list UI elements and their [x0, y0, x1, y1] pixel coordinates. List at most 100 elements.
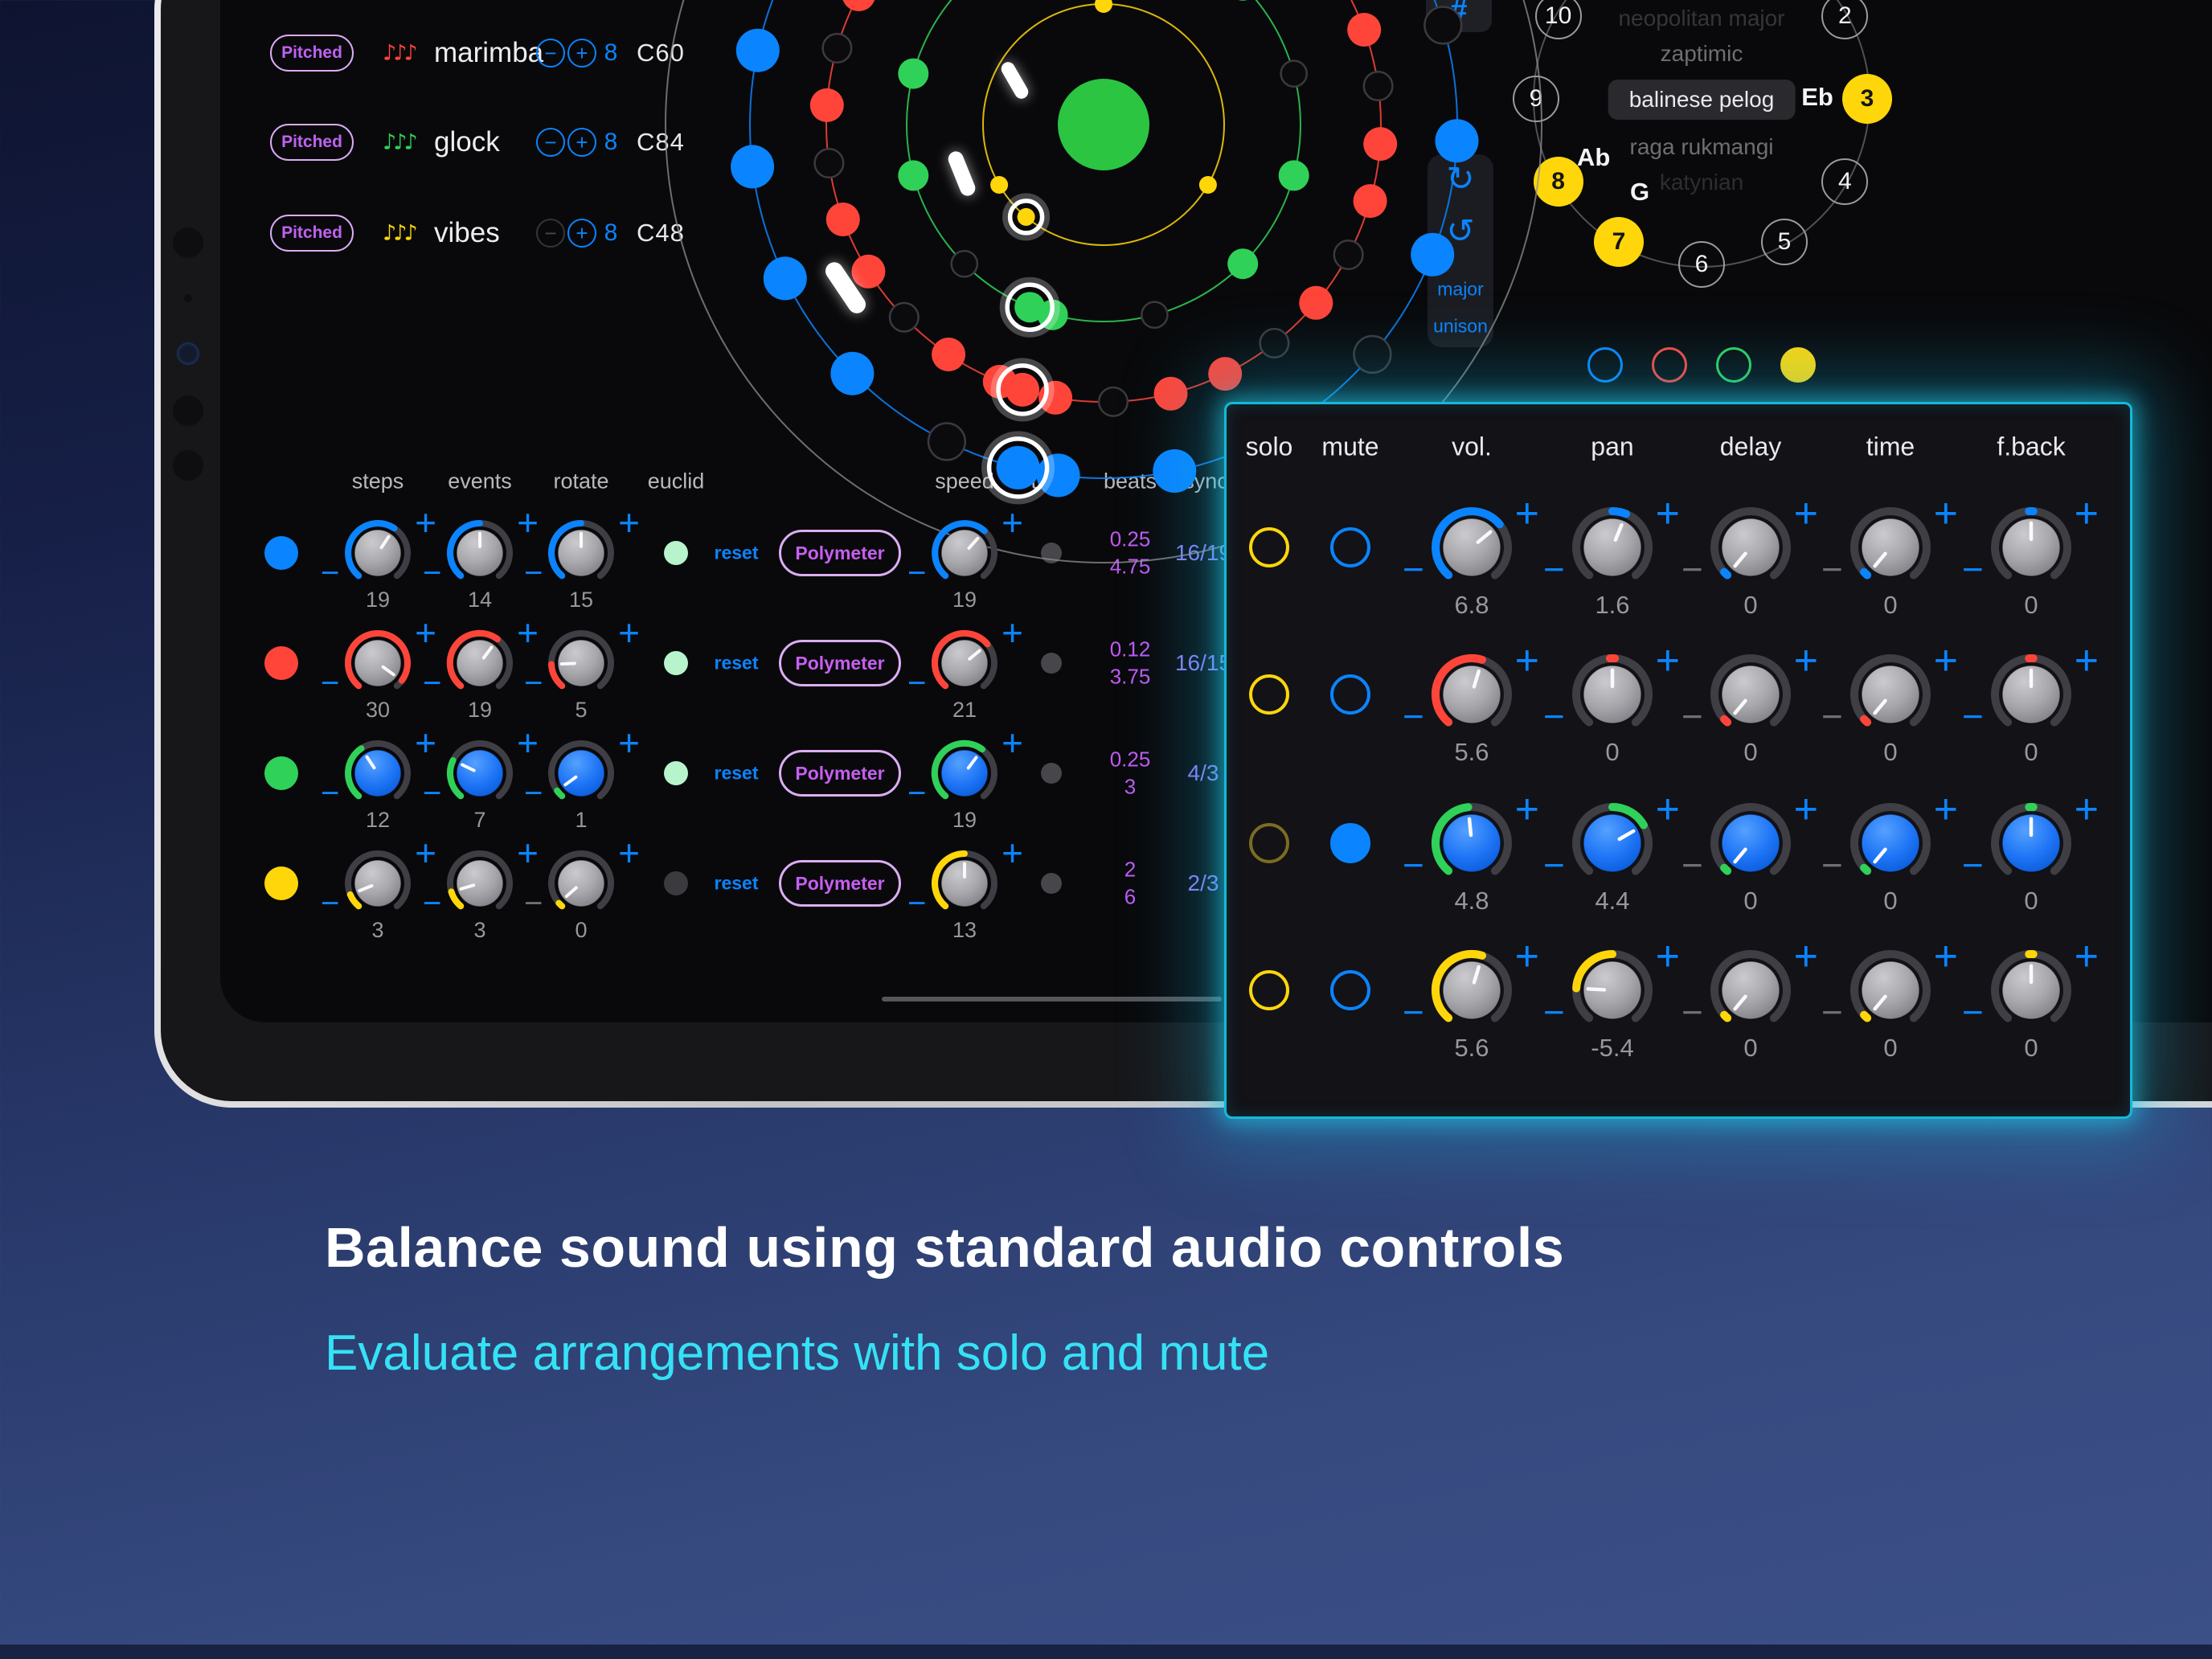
wheel-degree-7[interactable]: 7	[1594, 217, 1644, 267]
knob-increment-button[interactable]: +	[1794, 493, 1818, 535]
knob-decrement-button[interactable]: −	[1543, 846, 1565, 883]
solo-button[interactable]	[1249, 674, 1289, 715]
knob-decrement-button[interactable]: −	[1821, 993, 1843, 1030]
euclid-indicator[interactable]	[664, 761, 688, 785]
knob-increment-button[interactable]: +	[1934, 640, 1958, 682]
knob-increment-button[interactable]: +	[618, 504, 640, 541]
knob-decrement-button[interactable]: −	[1962, 551, 1984, 588]
reset-button[interactable]: reset	[715, 653, 759, 674]
delay-knob[interactable]: −+0	[1680, 477, 1821, 618]
scale-option[interactable]: neopolitan major	[1618, 6, 1784, 31]
knob-decrement-button[interactable]: −	[1682, 993, 1703, 1030]
rotate-counterclockwise-icon[interactable]: ↺	[1446, 211, 1474, 251]
knob-decrement-button[interactable]: −	[524, 667, 543, 699]
solo-button[interactable]	[1249, 823, 1289, 863]
mute-button[interactable]	[1330, 674, 1370, 715]
octave-minus-button[interactable]: −	[536, 128, 565, 157]
knob-decrement-button[interactable]: −	[1403, 993, 1424, 1030]
knob-decrement-button[interactable]: −	[1403, 551, 1424, 588]
knob-increment-button[interactable]: +	[1794, 789, 1818, 830]
delay-knob[interactable]: −+0	[1680, 920, 1821, 1061]
knob-decrement-button[interactable]: −	[1962, 698, 1984, 735]
knob-decrement-button[interactable]: −	[1682, 551, 1703, 588]
knob-decrement-button[interactable]: −	[423, 887, 441, 920]
pan-knob[interactable]: −+1.6	[1542, 477, 1683, 618]
knob-increment-button[interactable]: +	[1794, 640, 1818, 682]
knob-decrement-button[interactable]: −	[1821, 698, 1843, 735]
knob-decrement-button[interactable]: −	[1962, 846, 1984, 883]
knob-increment-button[interactable]: +	[1002, 504, 1023, 541]
octave-minus-button[interactable]: −	[536, 39, 565, 68]
pitched-badge[interactable]: Pitched	[270, 215, 354, 252]
knob-increment-button[interactable]: +	[1934, 936, 1958, 977]
volume-knob[interactable]: −+5.6	[1401, 920, 1542, 1061]
feedback-knob[interactable]: −+0	[1960, 477, 2102, 618]
scale-option[interactable]: raga rukmangi	[1630, 134, 1774, 160]
octave-minus-button[interactable]: −	[536, 219, 565, 248]
octave-plus-button[interactable]: +	[567, 219, 596, 248]
time-knob[interactable]: −+0	[1820, 920, 1961, 1061]
track-selector[interactable]	[1780, 347, 1816, 383]
knob-decrement-button[interactable]: −	[524, 557, 543, 589]
knob-increment-button[interactable]: +	[1515, 789, 1539, 830]
feedback-knob[interactable]: −+0	[1960, 772, 2102, 914]
knob-increment-button[interactable]: +	[1002, 614, 1023, 651]
knob-increment-button[interactable]: +	[1515, 493, 1539, 535]
pan-knob[interactable]: −+4.4	[1542, 772, 1683, 914]
solo-button[interactable]	[1249, 970, 1289, 1010]
delay-knob[interactable]: −+0	[1680, 624, 1821, 765]
reset-button[interactable]: reset	[715, 873, 759, 895]
polymeter-button[interactable]: Polymeter	[779, 640, 901, 686]
knob-increment-button[interactable]: +	[1656, 789, 1680, 830]
rotate-knob[interactable]: −+5	[521, 603, 641, 723]
pitched-badge[interactable]: Pitched	[270, 35, 354, 72]
speed-knob[interactable]: −+19	[904, 713, 1025, 834]
mute-button[interactable]	[1330, 823, 1370, 863]
knob-decrement-button[interactable]: −	[321, 777, 339, 809]
knob-increment-button[interactable]: +	[2075, 493, 2099, 535]
triplet-toggle[interactable]	[1041, 763, 1062, 784]
knob-increment-button[interactable]: +	[1002, 724, 1023, 761]
horizontal-scrollbar[interactable]	[882, 997, 1222, 1002]
euclid-indicator[interactable]	[664, 651, 688, 675]
knob-increment-button[interactable]: +	[1656, 640, 1680, 682]
rotate-knob[interactable]: −+15	[521, 493, 641, 613]
scale-option[interactable]: balinese pelog	[1608, 80, 1796, 120]
wheel-degree-6[interactable]: 6	[1678, 241, 1725, 288]
time-knob[interactable]: −+0	[1820, 477, 1961, 618]
knob-decrement-button[interactable]: −	[1403, 698, 1424, 735]
mute-button[interactable]	[1330, 527, 1370, 567]
knob-increment-button[interactable]: +	[1002, 834, 1023, 871]
speed-knob[interactable]: −+13	[904, 823, 1025, 944]
rotate-clockwise-icon[interactable]: ↻	[1446, 159, 1474, 199]
speed-knob[interactable]: −+21	[904, 603, 1025, 723]
wheel-degree-4[interactable]: 4	[1821, 158, 1868, 205]
knob-increment-button[interactable]: +	[618, 834, 640, 871]
knob-increment-button[interactable]: +	[1515, 936, 1539, 977]
knob-decrement-button[interactable]: −	[1821, 551, 1843, 588]
track-selector[interactable]	[1716, 347, 1751, 383]
pan-knob[interactable]: −+0	[1542, 624, 1683, 765]
knob-decrement-button[interactable]: −	[907, 887, 926, 920]
knob-decrement-button[interactable]: −	[423, 557, 441, 589]
knob-increment-button[interactable]: +	[1934, 789, 1958, 830]
reset-button[interactable]: reset	[715, 763, 759, 784]
knob-decrement-button[interactable]: −	[524, 887, 543, 920]
octave-plus-button[interactable]: +	[567, 39, 596, 68]
wheel-degree-5[interactable]: 5	[1761, 219, 1808, 265]
polymeter-button[interactable]: Polymeter	[779, 750, 901, 797]
knob-increment-button[interactable]: +	[1794, 936, 1818, 977]
knob-decrement-button[interactable]: −	[907, 557, 926, 589]
knob-decrement-button[interactable]: −	[321, 667, 339, 699]
volume-knob[interactable]: −+5.6	[1401, 624, 1542, 765]
solo-button[interactable]	[1249, 527, 1289, 567]
polymeter-button[interactable]: Polymeter	[779, 860, 901, 907]
knob-decrement-button[interactable]: −	[1821, 846, 1843, 883]
knob-decrement-button[interactable]: −	[1682, 698, 1703, 735]
time-knob[interactable]: −+0	[1820, 624, 1961, 765]
triplet-toggle[interactable]	[1041, 873, 1062, 894]
knob-increment-button[interactable]: +	[2075, 640, 2099, 682]
knob-decrement-button[interactable]: −	[1403, 846, 1424, 883]
wheel-degree-3[interactable]: 3	[1842, 74, 1892, 124]
feedback-knob[interactable]: −+0	[1960, 920, 2102, 1061]
